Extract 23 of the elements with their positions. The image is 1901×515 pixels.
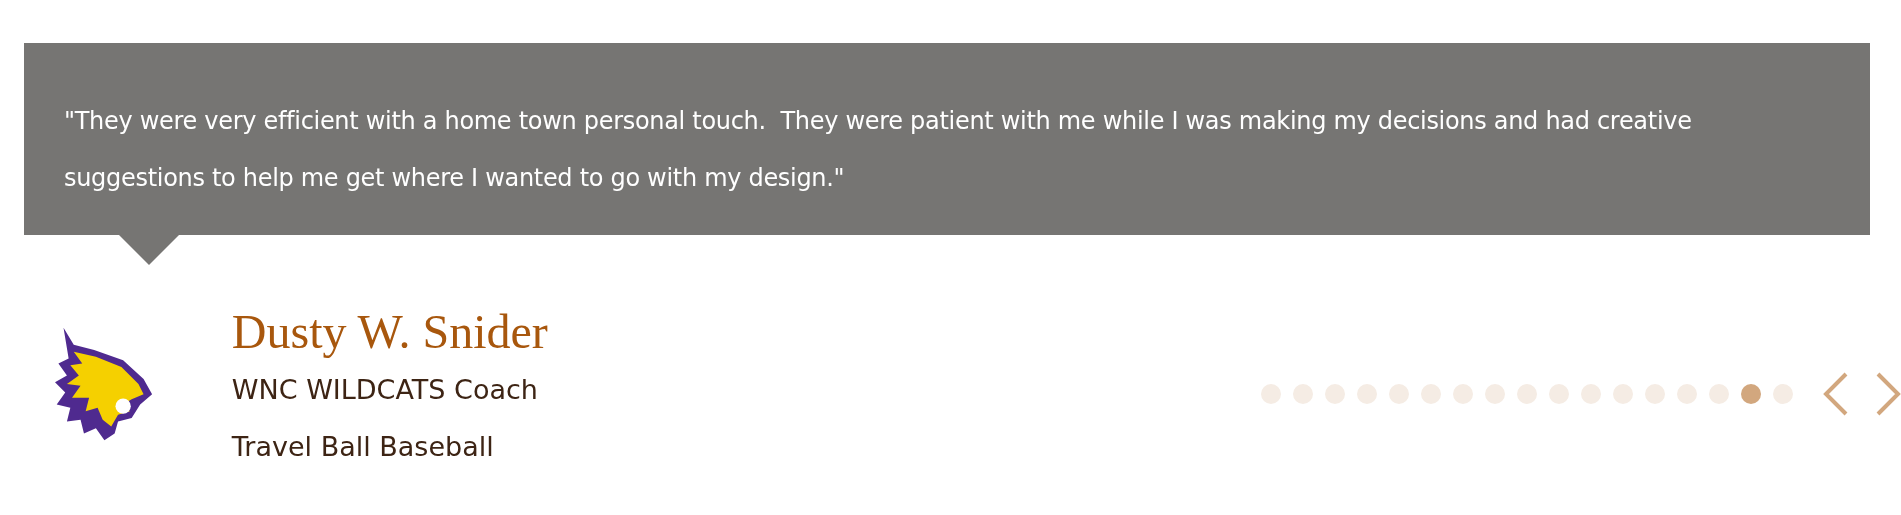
pager-dot[interactable] <box>1453 384 1473 404</box>
next-icon[interactable] <box>1875 372 1901 416</box>
organization-name: Travel Ball Baseball <box>231 430 495 464</box>
pager-dot[interactable] <box>1357 384 1377 404</box>
pager-dot[interactable] <box>1325 384 1345 404</box>
pager-dot[interactable] <box>1773 384 1793 404</box>
pager-dot[interactable] <box>1645 384 1665 404</box>
pager-dot[interactable] <box>1485 384 1505 404</box>
pager-dot[interactable] <box>1581 384 1601 404</box>
person-role: WNC WILDCATS Coach <box>231 373 539 407</box>
quote-text: "They were very efficient with a home town personal touch. They were patient with me while I was making my decisions and had creative suggestions to help me get where I wanted to go with my design." <box>64 106 1693 194</box>
previous-icon[interactable] <box>1823 372 1849 416</box>
person-name: Dusty W. Snider <box>231 304 549 360</box>
pager-dot[interactable] <box>1613 384 1633 404</box>
pager-dot[interactable] <box>1517 384 1537 404</box>
pager-dot[interactable] <box>1421 384 1441 404</box>
pager-dot[interactable] <box>1741 384 1761 404</box>
pager-dot[interactable] <box>1293 384 1313 404</box>
pager-dot[interactable] <box>1549 384 1569 404</box>
pager-dot[interactable] <box>1389 384 1409 404</box>
pager-dot[interactable] <box>1709 384 1729 404</box>
pager-dot[interactable] <box>1677 384 1697 404</box>
pager-dot[interactable] <box>1261 384 1281 404</box>
